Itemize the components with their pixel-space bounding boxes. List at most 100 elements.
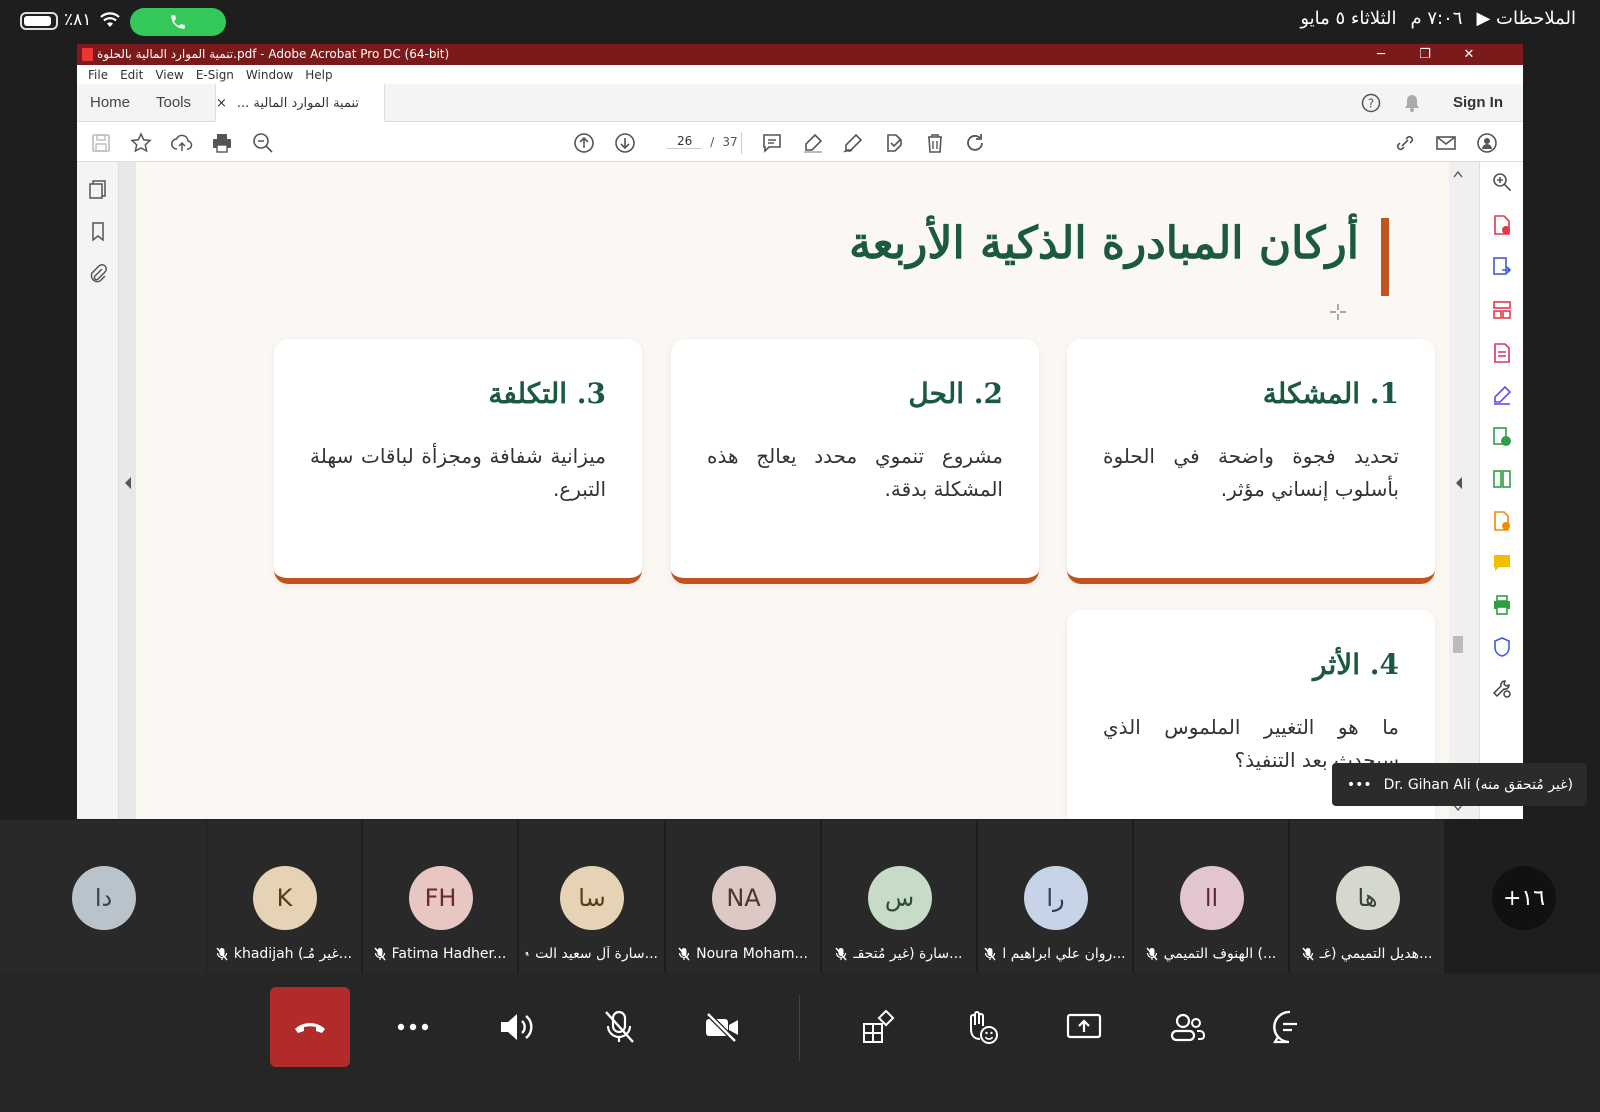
cloud-upload-icon[interactable] xyxy=(170,131,194,155)
restore-button[interactable]: ❐ xyxy=(1403,44,1447,65)
comment-tool-icon[interactable] xyxy=(1491,552,1513,574)
share-screen-button[interactable] xyxy=(1044,987,1124,1067)
participant-tile[interactable]: FH Fatima Hadher... xyxy=(363,820,518,973)
zoom-in-icon[interactable] xyxy=(1491,171,1513,193)
participant-tile[interactable]: سا سارة آل سعيد الت... xyxy=(519,820,665,973)
bell-icon[interactable] xyxy=(1403,93,1421,113)
compare-files-icon[interactable] xyxy=(1491,468,1513,490)
controls-divider xyxy=(799,995,800,1061)
camera-button[interactable] xyxy=(682,987,762,1067)
create-pdf-icon[interactable] xyxy=(1491,214,1513,236)
participant-tile[interactable]: را روان علي ابراهيم ا... xyxy=(978,820,1133,973)
link-sign-icon[interactable] xyxy=(1393,131,1417,155)
scrollbar-thumb[interactable] xyxy=(1453,636,1463,653)
menu-window[interactable]: Window xyxy=(240,65,299,84)
combine-files-icon[interactable] xyxy=(1491,510,1513,532)
sign-in-button[interactable]: Sign In xyxy=(1453,94,1503,111)
print-production-icon[interactable] xyxy=(1491,594,1513,616)
tab-close-icon[interactable]: × xyxy=(216,96,227,111)
sign-pen-icon[interactable] xyxy=(841,131,865,155)
more-options-icon[interactable]: ••• xyxy=(1347,777,1372,793)
video-off-icon xyxy=(706,1012,738,1043)
participant-avatar: را xyxy=(1023,866,1088,930)
participant-tile[interactable]: ها هديل التميمي (غـ... xyxy=(1290,820,1445,973)
share-user-icon[interactable] xyxy=(1475,131,1499,155)
star-icon[interactable] xyxy=(129,131,153,155)
protect-shield-icon[interactable] xyxy=(1491,636,1513,658)
participant-tile[interactable]: س سارة (غير مُتحقـ... xyxy=(822,820,977,973)
page-thumbnails-icon[interactable] xyxy=(87,178,109,200)
participant-tile[interactable]: Kkhadijah (غير مُـ... xyxy=(207,820,362,973)
comment-icon[interactable] xyxy=(760,131,784,155)
help-icon[interactable]: ? xyxy=(1361,93,1381,113)
participant-tile[interactable]: NA Noura Moham... xyxy=(666,820,821,973)
card-title: 4. الأثر xyxy=(1313,648,1399,681)
participant-tile[interactable]: اا الهنوف التميمي (... xyxy=(1134,820,1289,973)
share-screen-icon xyxy=(1066,1013,1102,1039)
edit-pdf-icon[interactable] xyxy=(1491,342,1513,364)
menu-help[interactable]: Help xyxy=(299,65,338,84)
tab-tools[interactable]: Tools xyxy=(156,94,191,111)
participant-name-row: khadijah (غير مُـ... xyxy=(213,946,355,962)
trash-icon[interactable] xyxy=(923,131,947,155)
apps-grid-icon xyxy=(863,1010,895,1043)
page-navigator: 26 / 37 xyxy=(667,134,738,149)
rotate-icon[interactable] xyxy=(963,131,987,155)
more-participants-button[interactable]: +١٦ xyxy=(1492,866,1556,930)
left-panel-toggle[interactable] xyxy=(119,162,136,819)
participant-name-row: سارة آل سعيد الت... xyxy=(525,946,658,962)
status-time: ٧:٠٦ م xyxy=(1410,8,1463,29)
page-up-icon[interactable] xyxy=(572,131,596,155)
menu-esign[interactable]: E-Sign xyxy=(190,65,240,84)
participant-name-row: هديل التميمي (غـ... xyxy=(1296,946,1438,962)
menu-file[interactable]: File xyxy=(82,65,114,84)
expand-right-panel-icon[interactable] xyxy=(1455,477,1463,489)
participants-button[interactable] xyxy=(1147,987,1227,1067)
print-icon[interactable] xyxy=(210,131,234,155)
reactions-button[interactable] xyxy=(941,987,1021,1067)
participant-tile[interactable]: دا xyxy=(0,820,207,973)
active-call-indicator[interactable] xyxy=(130,8,226,36)
card-cost: 3. التكلفة ميزانية شفافة ومجزأة لباقات س… xyxy=(274,339,642,584)
collapse-left-icon[interactable] xyxy=(124,477,132,489)
email-icon[interactable] xyxy=(1434,131,1458,155)
zoom-out-icon[interactable] xyxy=(251,131,275,155)
card-title: 2. الحل xyxy=(908,377,1003,410)
apps-button[interactable] xyxy=(838,987,918,1067)
send-for-signature-icon[interactable] xyxy=(1491,426,1513,448)
tab-document-label: تنمية الموارد المالية ... xyxy=(236,95,360,111)
chat-button[interactable] xyxy=(1250,987,1330,1067)
participant-avatar: اا xyxy=(1179,866,1244,930)
highlight-pen-icon[interactable] xyxy=(801,131,825,155)
vertical-scrollbar[interactable] xyxy=(1449,162,1466,819)
bookmark-icon[interactable] xyxy=(87,220,109,242)
speaker-icon xyxy=(501,1014,533,1040)
end-call-button[interactable] xyxy=(270,987,350,1067)
save-icon[interactable] xyxy=(89,131,113,155)
menu-view[interactable]: View xyxy=(149,65,189,84)
participant-name-row: Fatima Hadher... xyxy=(369,946,511,962)
svg-text:?: ? xyxy=(1368,97,1374,111)
right-tools-rail xyxy=(1479,162,1523,819)
notes-app-label[interactable]: الملاحظات ▶ xyxy=(1476,8,1576,29)
tab-home[interactable]: Home xyxy=(90,94,130,111)
mute-button[interactable] xyxy=(579,987,659,1067)
page-number-input[interactable]: 26 xyxy=(667,134,703,149)
export-pdf-icon[interactable] xyxy=(1491,256,1513,278)
stamp-icon[interactable] xyxy=(882,131,906,155)
phone-icon xyxy=(171,15,185,29)
more-tools-icon[interactable] xyxy=(1491,678,1513,700)
tab-document[interactable]: تنمية الموارد المالية ... × xyxy=(215,84,385,122)
muted-mic-icon xyxy=(525,951,530,957)
scroll-up-icon[interactable] xyxy=(1453,170,1463,178)
attachment-icon[interactable] xyxy=(87,262,109,284)
close-window-button[interactable]: ✕ xyxy=(1447,44,1491,65)
speaker-button[interactable] xyxy=(476,987,556,1067)
participant-name: khadijah (غير مُـ... xyxy=(233,946,353,962)
fill-sign-icon[interactable] xyxy=(1491,384,1513,406)
organize-pages-icon[interactable] xyxy=(1491,299,1513,321)
more-actions-button[interactable] xyxy=(373,987,453,1067)
menu-edit[interactable]: Edit xyxy=(114,65,149,84)
page-down-icon[interactable] xyxy=(613,131,637,155)
minimize-button[interactable]: ─ xyxy=(1359,44,1403,65)
